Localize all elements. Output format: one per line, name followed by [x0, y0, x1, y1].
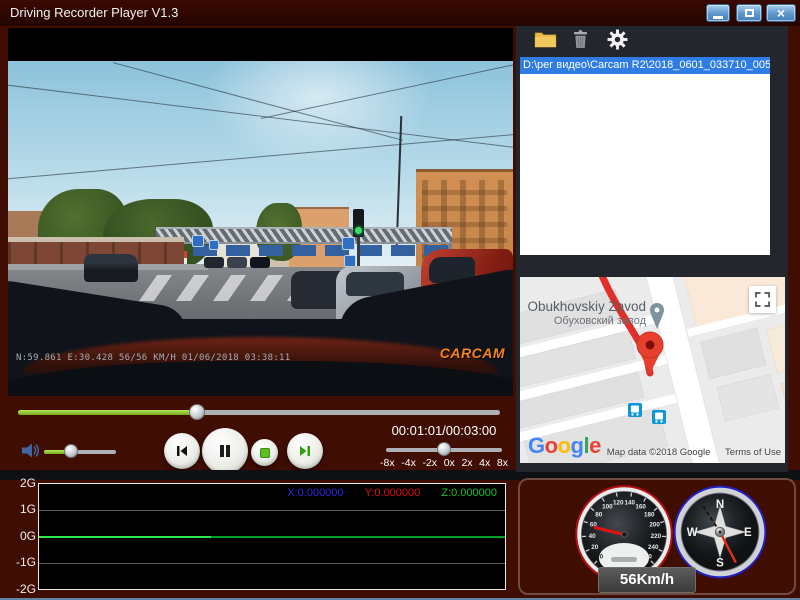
traffic-light	[353, 209, 364, 237]
close-button[interactable]: ×	[766, 4, 796, 22]
svg-text:80: 80	[595, 511, 603, 518]
seek-bar[interactable]	[18, 410, 500, 415]
video-display: N:59.861 E:30.428 56/56 KM/H 01/06/2018 …	[8, 28, 513, 396]
compass-gauge: N E S W	[672, 484, 768, 580]
map-data-credit: Map data ©2018 Google	[607, 447, 711, 458]
gsensor-legend: X:0.000000 Y:0.000000 Z:0.000000	[287, 487, 497, 499]
svg-text:0: 0	[600, 554, 604, 561]
gsensor-chart: X:0.000000 Y:0.000000 Z:0.000000	[38, 483, 506, 590]
svg-text:N: N	[716, 499, 724, 511]
transit-icon	[652, 410, 666, 424]
svg-text:220: 220	[651, 533, 662, 540]
seek-progress	[18, 410, 196, 415]
transit-icon	[628, 403, 642, 417]
gridline	[39, 563, 505, 564]
road-sign	[209, 240, 219, 250]
settings-button[interactable]	[607, 29, 628, 55]
trash-icon	[573, 29, 588, 49]
delete-button[interactable]	[573, 29, 588, 54]
seek-thumb[interactable]	[189, 404, 205, 420]
gps-overlay-text: N:59.861 E:30.428 56/56 KM/H 01/06/2018 …	[16, 353, 291, 363]
previous-icon	[175, 444, 189, 458]
fullscreen-button[interactable]	[749, 286, 776, 313]
parked-suv	[84, 254, 138, 282]
gear-icon	[607, 29, 628, 50]
folder-icon	[534, 31, 557, 48]
gridline	[39, 510, 505, 511]
svg-text:140: 140	[625, 500, 636, 507]
pause-button[interactable]	[202, 428, 248, 474]
g-axis-label: 2G	[6, 476, 36, 490]
file-list-item[interactable]: D:\рег видео\Carcam R2\2018_0601_033710_…	[520, 57, 770, 74]
g-axis-label: -1G	[6, 555, 36, 569]
speed-labels: -8x -4x -2x 0x 2x 4x 8x	[380, 457, 508, 469]
speed-label: 8x	[497, 457, 508, 469]
svg-text:20: 20	[591, 544, 599, 551]
minimize-icon	[713, 16, 723, 19]
volume-thumb[interactable]	[64, 444, 78, 458]
g-axis-label: -2G	[6, 582, 36, 596]
carcam-watermark: CARCAM	[440, 345, 505, 361]
window-title: Driving Recorder Player V1.3	[10, 5, 178, 20]
terms-of-use-link[interactable]: Terms of Use	[725, 447, 781, 458]
map-place-label: Obukhovskiy Zavod	[520, 299, 646, 314]
svg-text:180: 180	[644, 511, 655, 518]
pause-icon	[217, 442, 233, 460]
previous-button[interactable]	[164, 433, 200, 469]
next-button[interactable]	[287, 433, 323, 469]
speed-label: 0x	[444, 457, 455, 469]
speed-label: 4x	[479, 457, 490, 469]
distant-cars	[204, 257, 270, 268]
green-light	[355, 227, 362, 234]
svg-text:240: 240	[648, 544, 659, 551]
gantry-sign-panels	[160, 245, 448, 256]
google-logo[interactable]: Google	[528, 433, 601, 459]
fullscreen-icon	[754, 291, 771, 308]
g-axis-label: 1G	[6, 502, 36, 516]
app-window: Driving Recorder Player V1.3 ×	[0, 0, 800, 600]
svg-text:S: S	[716, 558, 724, 570]
speaker-icon	[21, 442, 41, 459]
y-value: Y:0.000000	[365, 487, 421, 499]
map-attribution: Map data ©2018 Google Terms of Use	[607, 447, 781, 458]
svg-text:260: 260	[641, 554, 652, 561]
svg-text:E: E	[744, 527, 752, 539]
file-path: D:\рег видео\Carcam R2\2018_0601_033710_…	[523, 59, 770, 71]
speed-label: -8x	[380, 457, 395, 469]
volume-button[interactable]	[21, 442, 41, 459]
z-value: Z:0.000000	[441, 487, 497, 499]
map-view[interactable]: Obukhovskiy Zavod Обуховский завод Googl…	[520, 277, 785, 463]
title-bar: Driving Recorder Player V1.3	[0, 0, 800, 26]
gsensor-line-played	[39, 536, 211, 538]
stop-icon	[260, 448, 270, 458]
svg-text:160: 160	[635, 504, 646, 511]
svg-text:120: 120	[613, 500, 624, 507]
next-icon	[298, 444, 312, 458]
speed-thumb[interactable]	[437, 442, 451, 456]
speed-label: -2x	[422, 457, 437, 469]
speed-readout: 56Km/h	[598, 567, 696, 593]
dashcam-frame: N:59.861 E:30.428 56/56 KM/H 01/06/2018 …	[8, 61, 513, 396]
close-icon: ×	[777, 6, 785, 21]
crosswalk-sign	[342, 237, 355, 250]
svg-text:100: 100	[602, 504, 613, 511]
open-folder-button[interactable]	[534, 31, 557, 53]
file-list: D:\рег видео\Carcam R2\2018_0601_033710_…	[520, 57, 770, 255]
svg-text:200: 200	[649, 522, 660, 529]
svg-text:40: 40	[589, 533, 597, 540]
gauges-panel: 0 20 40 60 80 100 120 140 160 180 200 22…	[518, 478, 796, 595]
map-place-label-ru: Обуховский завод	[520, 315, 646, 327]
volume-slider[interactable]	[44, 450, 116, 454]
speed-label: -4x	[401, 457, 416, 469]
speed-label: 2x	[461, 457, 472, 469]
g-axis-label: 0G	[6, 529, 36, 543]
maximize-icon	[745, 9, 754, 17]
stop-button[interactable]	[251, 439, 278, 466]
time-display: 00:01:01/00:03:00	[383, 423, 505, 438]
svg-text:W: W	[687, 527, 698, 539]
maximize-button[interactable]	[736, 4, 762, 22]
road-sign	[192, 235, 204, 247]
minimize-button[interactable]	[706, 4, 730, 22]
x-value: X:0.000000	[287, 487, 343, 499]
